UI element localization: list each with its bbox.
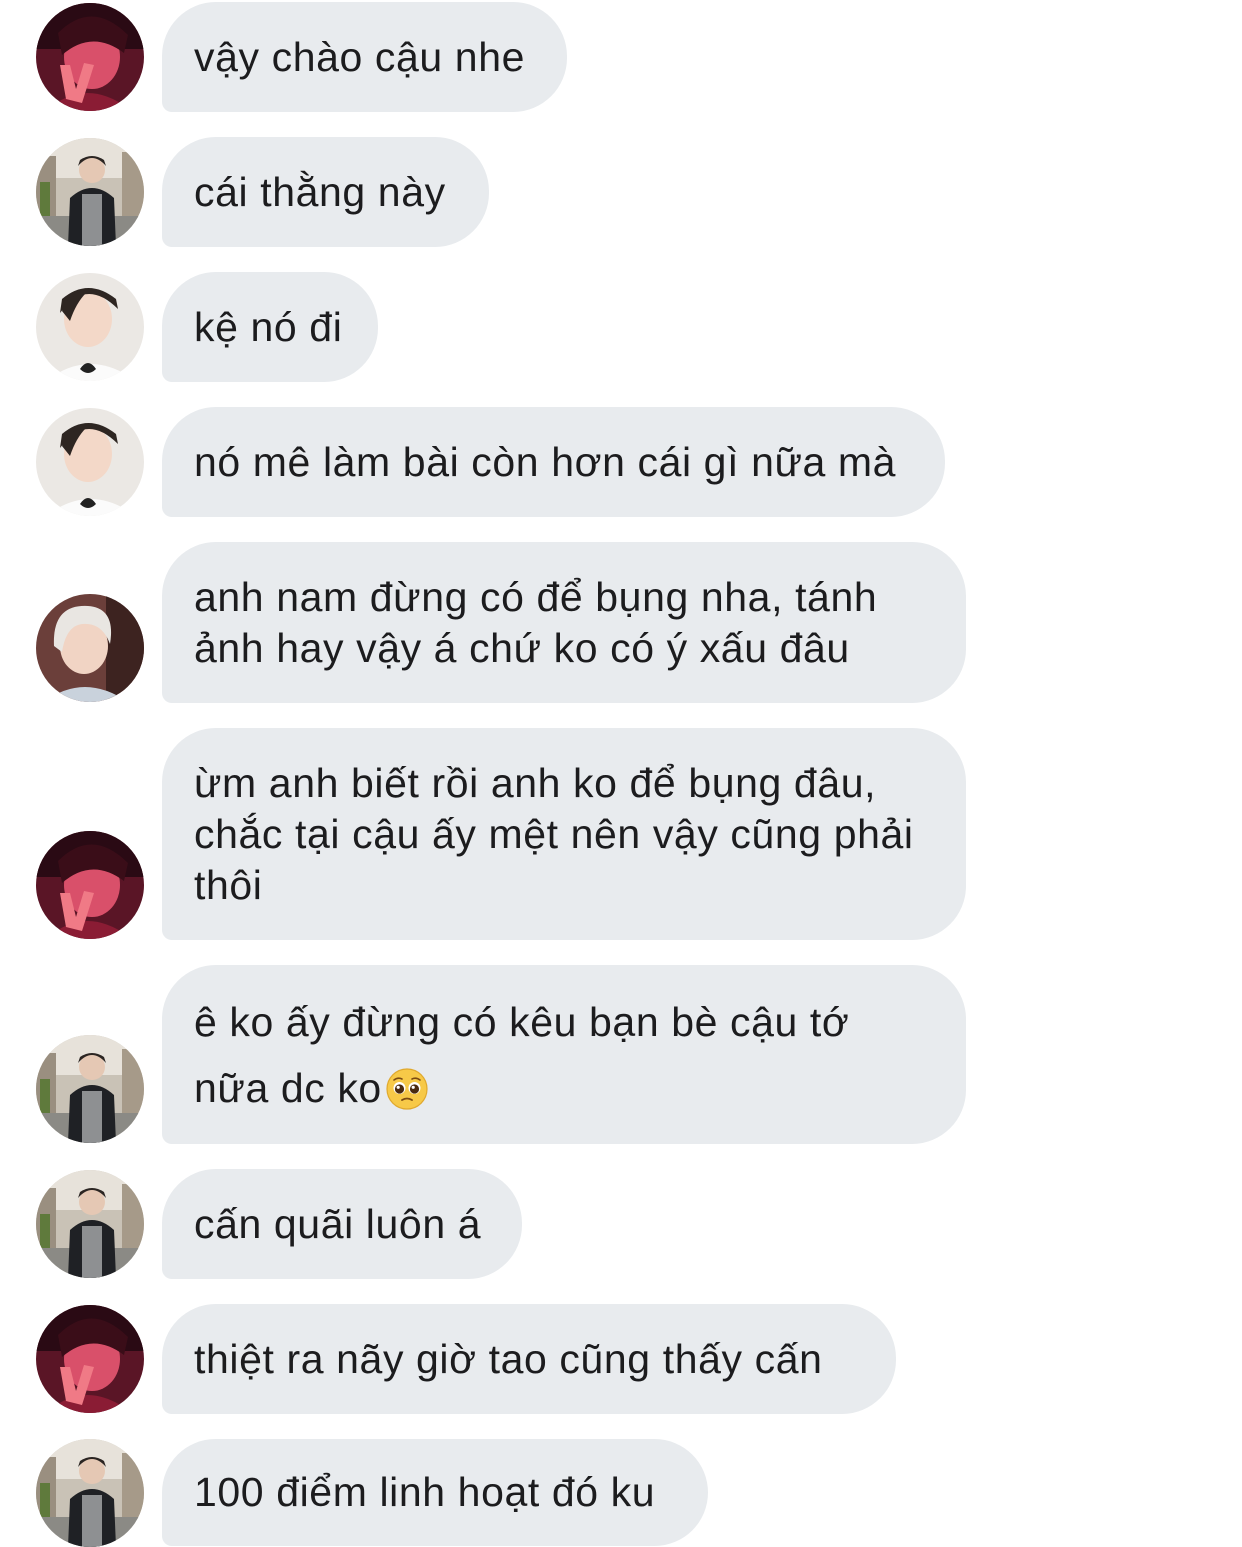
avatar-street-photo[interactable] [36,1439,144,1547]
message-bubble[interactable]: vậy chào cậu nhe [162,2,567,112]
avatar-white-shirt[interactable] [36,273,144,381]
avatar-blond-hair[interactable] [36,594,144,702]
message-bubble[interactable]: anh nam đừng có để bụng nha, tánh ảnh ha… [162,542,966,703]
message-text: cái thằng này [194,168,446,215]
avatar-street-photo[interactable] [36,138,144,246]
avatar-image [36,408,144,516]
avatar-image [36,831,144,939]
avatar-image [36,1170,144,1278]
avatar-white-shirt[interactable] [36,408,144,516]
avatar-street-photo[interactable] [36,1170,144,1278]
avatar-image [36,3,144,111]
message-thread[interactable]: vậy chào cậu nhe cái thằng này kệ nó đi … [0,0,1242,1547]
message-text: ê ko ấy đừng có kêu bạn bè cậu tớ nữa dc… [194,998,862,1111]
pleading-face-emoji [386,1067,428,1110]
avatar-image [36,1439,144,1547]
avatar-image [36,594,144,702]
message-text: anh nam đừng có để bụng nha, tánh ảnh ha… [194,573,890,671]
avatar-red-selfie[interactable] [36,831,144,939]
message-bubble[interactable]: kệ nó đi [162,272,378,382]
message-text: 100 điểm linh hoạt đó ku [194,1469,656,1515]
message-text: vậy chào cậu nhe [194,33,525,80]
message-bubble[interactable]: ê ko ấy đừng có kêu bạn bè cậu tớ nữa dc… [162,965,966,1144]
message-text: kệ nó đi [194,303,343,350]
message-text: ừm anh biết rồi anh ko để bụng đâu, chắc… [194,759,926,908]
avatar-image [36,273,144,381]
message-bubble[interactable]: thiệt ra nãy giờ tao cũng thấy cấn [162,1304,896,1414]
message-bubble[interactable]: cấn quãi luôn á [162,1169,522,1279]
message-bubble[interactable]: nó mê làm bài còn hơn cái gì nữa mà [162,407,945,517]
avatar-image [36,1035,144,1143]
message-bubble[interactable]: 100 điểm linh hoạt đó ku [162,1439,708,1546]
avatar-image [36,138,144,246]
avatar-red-selfie[interactable] [36,1305,144,1413]
message-content: ê ko ấy đừng có kêu bạn bè cậu tớ nữa dc… [194,989,934,1121]
message-text: thiệt ra nãy giờ tao cũng thấy cấn [194,1335,823,1382]
message-bubble[interactable]: cái thằng này [162,137,489,247]
avatar-red-selfie[interactable] [36,3,144,111]
message-bubble[interactable]: ừm anh biết rồi anh ko để bụng đâu, chắc… [162,728,966,940]
avatar-street-photo[interactable] [36,1035,144,1143]
message-text: nó mê làm bài còn hơn cái gì nữa mà [194,438,897,485]
message-text: cấn quãi luôn á [194,1200,482,1247]
avatar-image [36,1305,144,1413]
